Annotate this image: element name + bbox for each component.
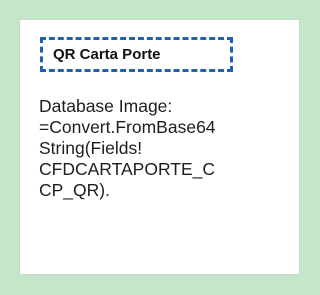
expression-line: CFDCARTAPORTE_C: [39, 159, 215, 179]
title-text: QR Carta Porte: [53, 46, 161, 63]
expression-line: CP_QR).: [39, 180, 110, 200]
image-source-expression: Database Image: =Convert.FromBase64 Stri…: [39, 96, 289, 201]
image-report-item[interactable]: QR Carta Porte Database Image: =Convert.…: [19, 19, 300, 275]
selected-title-textbox[interactable]: QR Carta Porte: [40, 37, 233, 72]
expression-line: =Convert.FromBase64: [39, 117, 216, 137]
expression-line: String(Fields!: [39, 138, 143, 158]
expression-line: Database Image:: [39, 96, 173, 116]
